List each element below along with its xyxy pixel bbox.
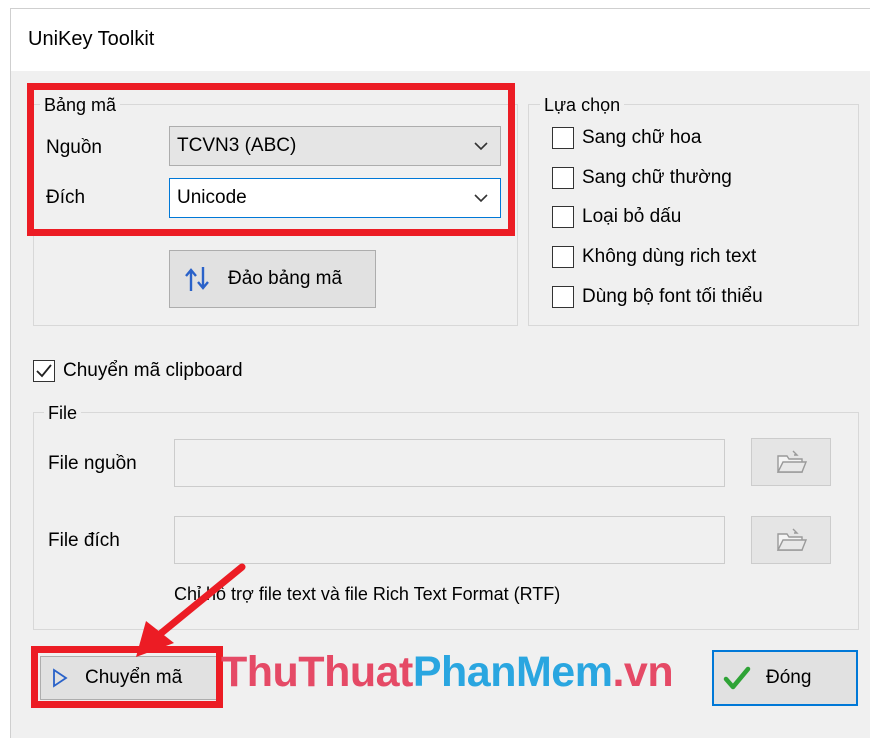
close-button-label: Đóng xyxy=(766,667,812,688)
watermark-part2: PhanMem xyxy=(412,648,613,696)
option-minimal-font-checkbox[interactable] xyxy=(552,286,574,308)
option-remove-diacritics[interactable]: Loại bỏ dấu xyxy=(552,206,681,228)
file-target-browse-button[interactable] xyxy=(751,516,831,564)
option-lowercase-checkbox[interactable] xyxy=(552,167,574,189)
option-remove-diacritics-label: Loại bỏ dấu xyxy=(582,206,682,227)
option-uppercase[interactable]: Sang chữ hoa xyxy=(552,127,701,149)
option-no-rich-text-label: Không dùng rich text xyxy=(582,246,757,267)
clipboard-checkbox[interactable] xyxy=(33,360,55,382)
option-uppercase-checkbox[interactable] xyxy=(552,127,574,149)
clipboard-option[interactable]: Chuyển mã clipboard xyxy=(33,360,243,382)
file-source-input[interactable] xyxy=(174,439,725,487)
file-source-label: File nguồn xyxy=(48,453,137,474)
checkmark-icon xyxy=(36,364,52,378)
watermark-part1: ThuThuat xyxy=(221,648,413,696)
option-lowercase-label: Sang chữ thường xyxy=(582,167,732,188)
file-group-legend: File xyxy=(44,403,82,423)
file-target-label: File đích xyxy=(48,530,120,551)
option-minimal-font-label: Dùng bộ font tối thiểu xyxy=(582,286,763,307)
watermark-part3: .vn xyxy=(612,648,674,696)
swap-encoding-label: Đảo bảng mã xyxy=(228,268,343,289)
option-uppercase-label: Sang chữ hoa xyxy=(582,127,702,148)
swap-arrows-icon xyxy=(185,267,209,291)
open-folder-icon xyxy=(776,450,807,473)
option-minimal-font[interactable]: Dùng bộ font tối thiểu xyxy=(552,286,763,308)
option-lowercase[interactable]: Sang chữ thường xyxy=(552,167,732,189)
close-button[interactable]: Đóng xyxy=(712,650,858,706)
green-checkmark-icon xyxy=(723,666,751,690)
encoding-highlight-box xyxy=(27,83,515,236)
window-title: UniKey Toolkit xyxy=(28,28,155,50)
swap-encoding-button[interactable]: Đảo bảng mã xyxy=(169,250,376,308)
options-group-legend: Lựa chọn xyxy=(540,95,625,115)
watermark-text: ThuThuatPhanMem.vn xyxy=(221,648,674,697)
file-source-browse-button[interactable] xyxy=(751,438,831,486)
option-no-rich-text-checkbox[interactable] xyxy=(552,246,574,268)
option-no-rich-text[interactable]: Không dùng rich text xyxy=(552,246,756,268)
clipboard-label: Chuyển mã clipboard xyxy=(63,360,243,381)
option-remove-diacritics-checkbox[interactable] xyxy=(552,206,574,228)
open-folder-icon xyxy=(776,528,807,551)
